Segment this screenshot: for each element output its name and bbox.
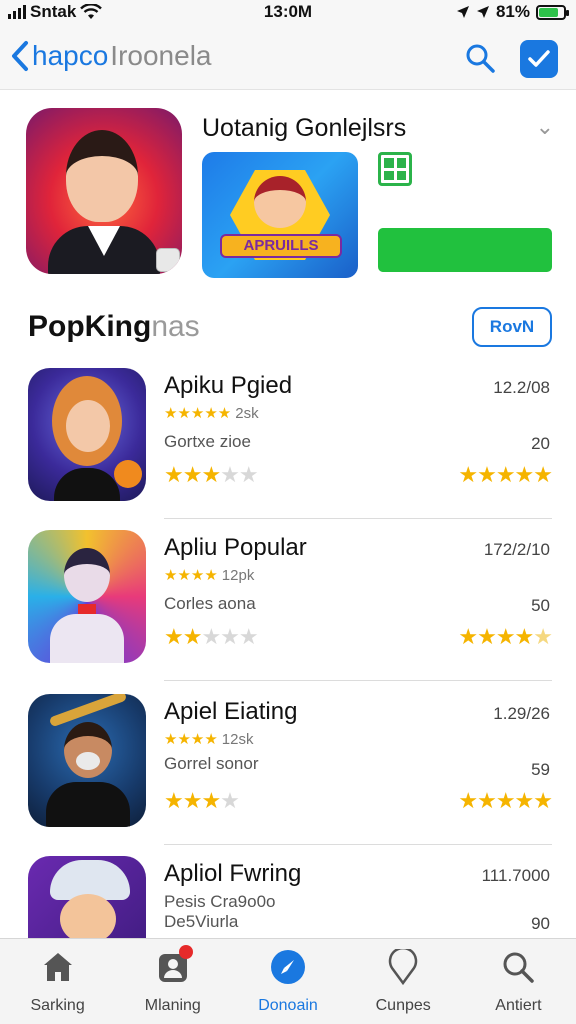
compass-icon (270, 949, 306, 985)
tab-label: Antiert (495, 997, 542, 1014)
rating-stars: ★★★★ (164, 567, 218, 584)
battery-percent: 81% (495, 2, 530, 21)
location-icon (385, 949, 421, 985)
app-number: 20 (531, 434, 550, 453)
app-icon (28, 368, 146, 501)
lock-badge-icon (156, 248, 180, 272)
search-icon (466, 44, 495, 73)
app-icon (28, 530, 146, 663)
tab-label: Donoain (258, 997, 318, 1014)
app-number: 90 (531, 914, 550, 933)
app-date: 12.2/08 (493, 378, 550, 397)
rating-stars: ★★★★ (164, 731, 218, 748)
tab-label: Sarking (30, 997, 85, 1014)
app-date: 1.29/26 (493, 704, 550, 723)
chevron-left-icon (12, 41, 28, 71)
section-more-button[interactable]: RovN (472, 307, 552, 347)
section-title-faded: nas (151, 310, 200, 343)
status-bar: Sntak 13:0M 81% (0, 0, 576, 26)
nav-bar: hapco Iroonela (0, 26, 576, 90)
app-date: 111.7000 (481, 866, 550, 885)
tab-donoain[interactable]: Donoain (230, 939, 345, 1024)
divider (164, 518, 552, 519)
app-subtitle: Gortxe zioe (164, 432, 251, 451)
app-subtitle-2: De5Viurla (164, 912, 239, 931)
app-rating: ★★★★★ 2sk (164, 404, 259, 423)
app-rating: ★★★★ 12sk (164, 730, 254, 749)
divider (164, 680, 552, 681)
game-logo-text: APRUILLS (220, 234, 342, 258)
app-name: Apiel Eiating (164, 698, 298, 725)
rating-count: 12sk (221, 730, 254, 748)
section-title-main: PopKing (28, 310, 152, 343)
app-stars-left: ★★★★★ (164, 624, 259, 649)
grid-icon[interactable] (378, 152, 412, 186)
tab-cunpes[interactable]: Cunpes (346, 939, 461, 1024)
featured-game-image[interactable]: APRUILLS (202, 152, 358, 278)
app-stars-right: ★★★★★ (458, 624, 553, 649)
app-name: Apliu Popular (164, 534, 307, 561)
app-subtitle: Corles aona (164, 594, 256, 613)
featured-hero-image[interactable] (26, 108, 182, 274)
status-right: 81% (456, 2, 569, 22)
app-date: 172/2/10 (483, 540, 550, 559)
back-button[interactable]: hapco Iroonela (10, 40, 211, 72)
tab-label: Cunpes (375, 997, 431, 1014)
hero-portrait (66, 130, 138, 222)
app-number: 50 (531, 596, 550, 615)
app-stars-right: ★★★★★ (458, 788, 553, 813)
get-button[interactable] (378, 228, 552, 272)
list-item[interactable]: Apiel Eiating 1.29/26 ★★★★ 12sk Gorrel s… (0, 694, 576, 854)
tab-label: Mlaning (144, 997, 201, 1014)
featured-title: Uotanig Gonlejlsrs (202, 114, 407, 142)
nav-check-button[interactable] (520, 40, 558, 78)
home-icon (40, 949, 76, 985)
search-icon (500, 949, 536, 985)
app-name: Apliol Fwring (164, 860, 302, 887)
app-name: Apiku Pgied (164, 372, 293, 399)
app-stars-right: ★★★★★ (458, 462, 553, 487)
rating-count: 2sk (235, 404, 259, 422)
app-stars-left: ★★★★★ (164, 462, 259, 487)
divider (164, 844, 552, 845)
app-subtitle: Pesis Cra9o0o (164, 892, 276, 911)
section-title: PopKingnas (28, 310, 200, 344)
tab-bar: Sarking Mlaning Donoain Cunpes Antiert (0, 938, 576, 1024)
app-stars-left: ★★★★ (164, 788, 240, 813)
chevron-down-icon[interactable]: ⌄ (536, 114, 554, 140)
battery-icon (536, 4, 569, 20)
list-item[interactable]: Apliu Popular 172/2/10 ★★★★ 12pk Corles … (0, 530, 576, 690)
app-number: 59 (531, 760, 550, 779)
location-arrow-icon (456, 6, 469, 18)
nav-title: Iroonela (110, 40, 212, 71)
location-arrow-icon-2 (476, 6, 489, 18)
featured-section: Uotanig Gonlejlsrs ⌄ APRUILLS (0, 106, 576, 278)
app-icon (28, 694, 146, 827)
rating-stars: ★★★★★ (164, 405, 232, 422)
nav-search-button[interactable] (460, 38, 500, 78)
tab-sarking[interactable]: Sarking (0, 939, 115, 1024)
app-rating: ★★★★ 12pk (164, 566, 255, 585)
notification-badge (179, 945, 194, 959)
tab-mlaning[interactable]: Mlaning (115, 939, 230, 1024)
back-label: hapco (32, 40, 109, 71)
tab-antiert[interactable]: Antiert (461, 939, 576, 1024)
list-item[interactable]: Apiku Pgied 12.2/08 ★★★★★ 2sk Gortxe zio… (0, 368, 576, 528)
game-character (254, 176, 306, 228)
rating-count: 12pk (221, 566, 255, 584)
app-subtitle: Gorrel sonor (164, 754, 259, 773)
checkmark-icon (528, 50, 550, 67)
